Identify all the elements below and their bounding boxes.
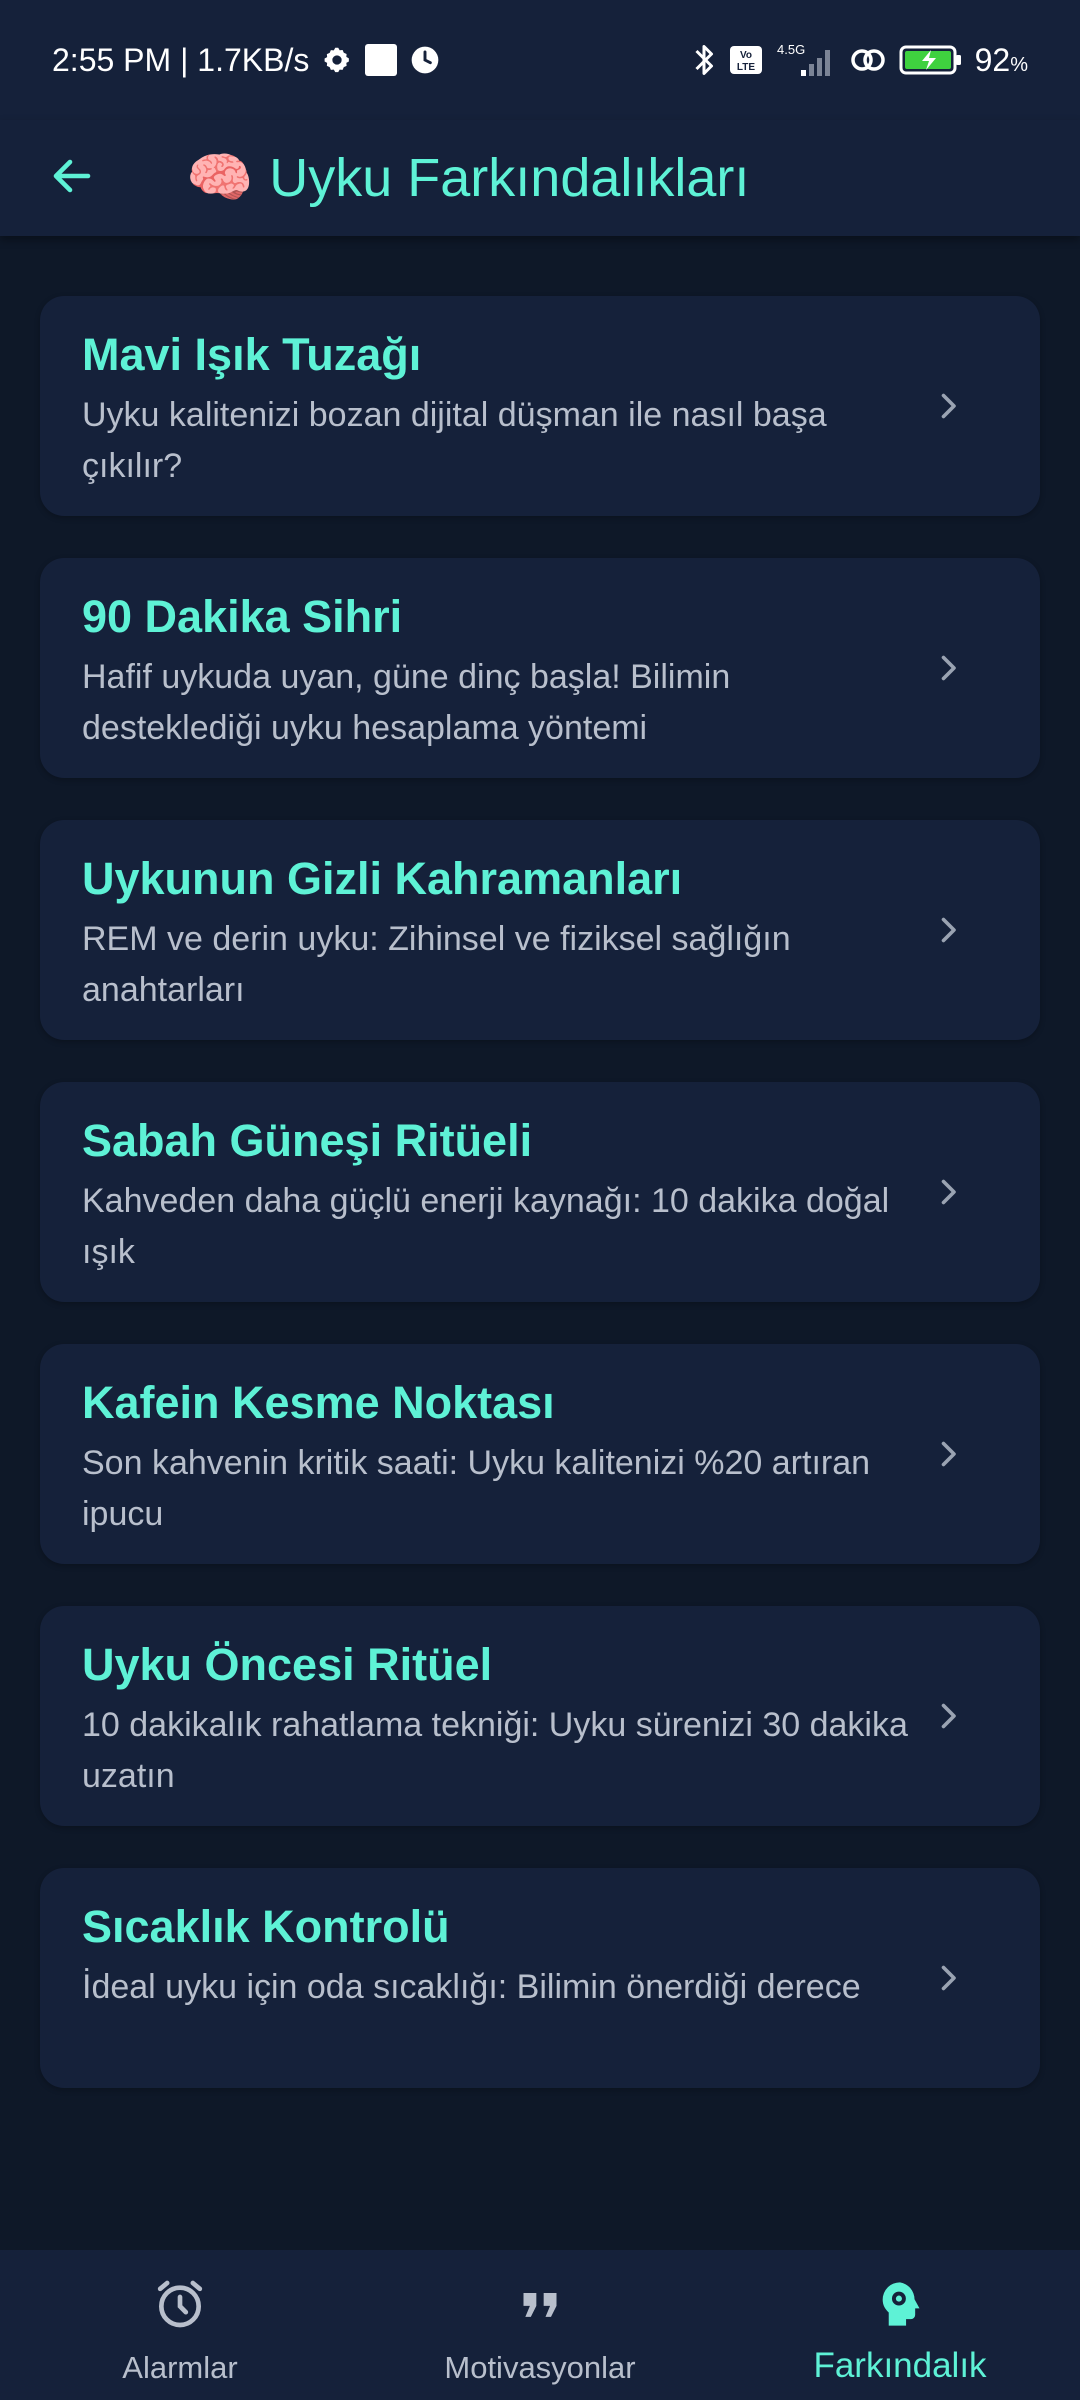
battery-percentage: 92% <box>974 41 1028 78</box>
awareness-card[interactable]: Kafein Kesme Noktası Son kahvenin kritik… <box>40 1344 1040 1564</box>
svg-text:4.5G: 4.5G <box>777 42 805 57</box>
arrow-left-icon <box>53 159 91 193</box>
back-button[interactable] <box>40 144 104 208</box>
bluetooth-icon <box>691 42 717 78</box>
svg-text:LTE: LTE <box>737 62 755 73</box>
awareness-card[interactable]: 90 Dakika Sihri Hafif uykuda uyan, güne … <box>40 558 1040 778</box>
card-title: Sabah Güneşi Ritüeli <box>82 1115 533 1166</box>
chevron-right-icon <box>924 906 972 954</box>
card-description: Hafif uykuda uyan, güne dinç başla! Bili… <box>82 658 731 747</box>
brain-icon: 🧠 <box>186 148 254 208</box>
card-description: Kahveden daha güçlü enerji kaynağı: 10 d… <box>82 1182 890 1271</box>
card-description: Uyku kalitenizi bozan dijital düşman ile… <box>82 396 827 485</box>
card-description: 10 dakikalık rahatlama tekniği: Uyku sür… <box>82 1706 908 1795</box>
awareness-card[interactable]: Uykunun Gizli Kahramanları REM ve derin … <box>40 820 1040 1040</box>
nav-alarms[interactable]: Alarmlar <box>0 2250 360 2400</box>
alarm-clock-icon <box>152 2276 208 2332</box>
card-title: Uyku Öncesi Ritüel <box>82 1639 493 1690</box>
nav-label: Alarmlar <box>122 2350 238 2385</box>
card-description: İdeal uyku için oda sıcaklığı: Bilimin ö… <box>82 1968 861 2006</box>
card-title: Uykunun Gizli Kahramanları <box>82 853 683 904</box>
status-time-speed: 2:55 PM | 1.7KB/s <box>52 41 310 78</box>
app-bar: 🧠 Uyku Farkındalıkları <box>0 120 1080 236</box>
settings-gear-icon <box>321 44 353 76</box>
card-title: 90 Dakika Sihri <box>82 591 403 642</box>
awareness-card[interactable]: Uyku Öncesi Ritüel 10 dakikalık rahatlam… <box>40 1606 1040 1826</box>
awareness-card[interactable]: Sıcaklık Kontrolü İdeal uyku için oda sı… <box>40 1868 1040 2088</box>
svg-text:Vo: Vo <box>740 50 752 61</box>
link-icon <box>849 45 887 75</box>
card-title: Mavi Işık Tuzağı <box>82 329 422 380</box>
volte-icon: Vo LTE <box>729 45 763 75</box>
card-title: Sıcaklık Kontrolü <box>82 1901 450 1952</box>
nav-label: Farkındalık <box>813 2346 987 2385</box>
card-description: REM ve derin uyku: Zihinsel ve fiziksel … <box>82 920 791 1009</box>
page-title: 🧠 Uyku Farkındalıkları <box>186 120 749 236</box>
card-description: Son kahvenin kritik saati: Uyku kaliteni… <box>82 1444 871 1533</box>
nav-motivations[interactable]: Motivasyonlar <box>360 2250 720 2400</box>
battery-charging-icon <box>899 44 963 76</box>
card-title: Kafein Kesme Noktası <box>82 1377 555 1428</box>
nav-label: Motivasyonlar <box>444 2350 636 2385</box>
bottom-navigation: Alarmlar Motivasyonlar Farkındalık <box>0 2250 1080 2400</box>
awareness-card[interactable]: Mavi Işık Tuzağı Uyku kalitenizi bozan d… <box>40 296 1040 516</box>
quote-icon <box>512 2276 568 2332</box>
awareness-card[interactable]: Sabah Güneşi Ritüeli Kahveden daha güçlü… <box>40 1082 1040 1302</box>
nav-awareness[interactable]: Farkındalık <box>720 2250 1080 2400</box>
head-gear-icon <box>872 2276 928 2332</box>
chevron-right-icon <box>924 382 972 430</box>
awareness-list: Mavi Işık Tuzağı Uyku kalitenizi bozan d… <box>40 296 1040 2130</box>
notification-square-icon <box>365 44 398 76</box>
page-title-text: Uyku Farkındalıkları <box>269 148 750 208</box>
chevron-right-icon <box>924 1168 972 1216</box>
clock-badge-icon <box>409 44 441 76</box>
chevron-right-icon <box>924 1430 972 1478</box>
chevron-right-icon <box>924 644 972 692</box>
status-bar: 2:55 PM | 1.7KB/s Vo LTE 4.5G 92% <box>0 0 1080 120</box>
signal-icon: 4.5G <box>775 42 837 78</box>
chevron-right-icon <box>924 1954 972 2002</box>
chevron-right-icon <box>924 1692 972 1740</box>
